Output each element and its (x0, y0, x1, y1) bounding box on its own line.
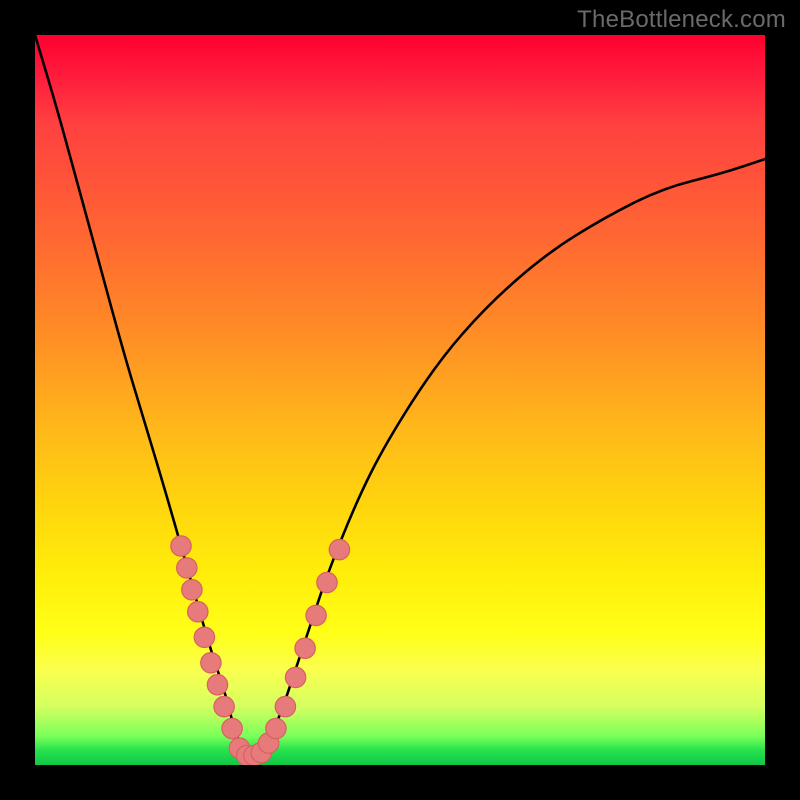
sample-point (222, 718, 242, 738)
sample-point (188, 602, 208, 622)
bottleneck-curve-path (35, 35, 765, 758)
sample-point (295, 638, 315, 658)
watermark-text: TheBottleneck.com (577, 6, 786, 34)
sample-point (275, 696, 295, 716)
sample-point (214, 696, 234, 716)
sample-points-group (171, 536, 350, 765)
sample-point (177, 558, 197, 578)
sample-point (207, 675, 227, 695)
chart-matte (0, 0, 800, 800)
sample-point (182, 580, 202, 600)
sample-point (266, 718, 286, 738)
sample-point (171, 536, 191, 556)
sample-point (194, 627, 214, 647)
sample-point (201, 653, 221, 673)
sample-point (306, 605, 326, 625)
sample-point (329, 539, 349, 559)
chart-overlay-svg (35, 35, 765, 765)
chart-plot-area (35, 35, 765, 765)
sample-point (285, 667, 305, 687)
sample-point (317, 572, 337, 592)
